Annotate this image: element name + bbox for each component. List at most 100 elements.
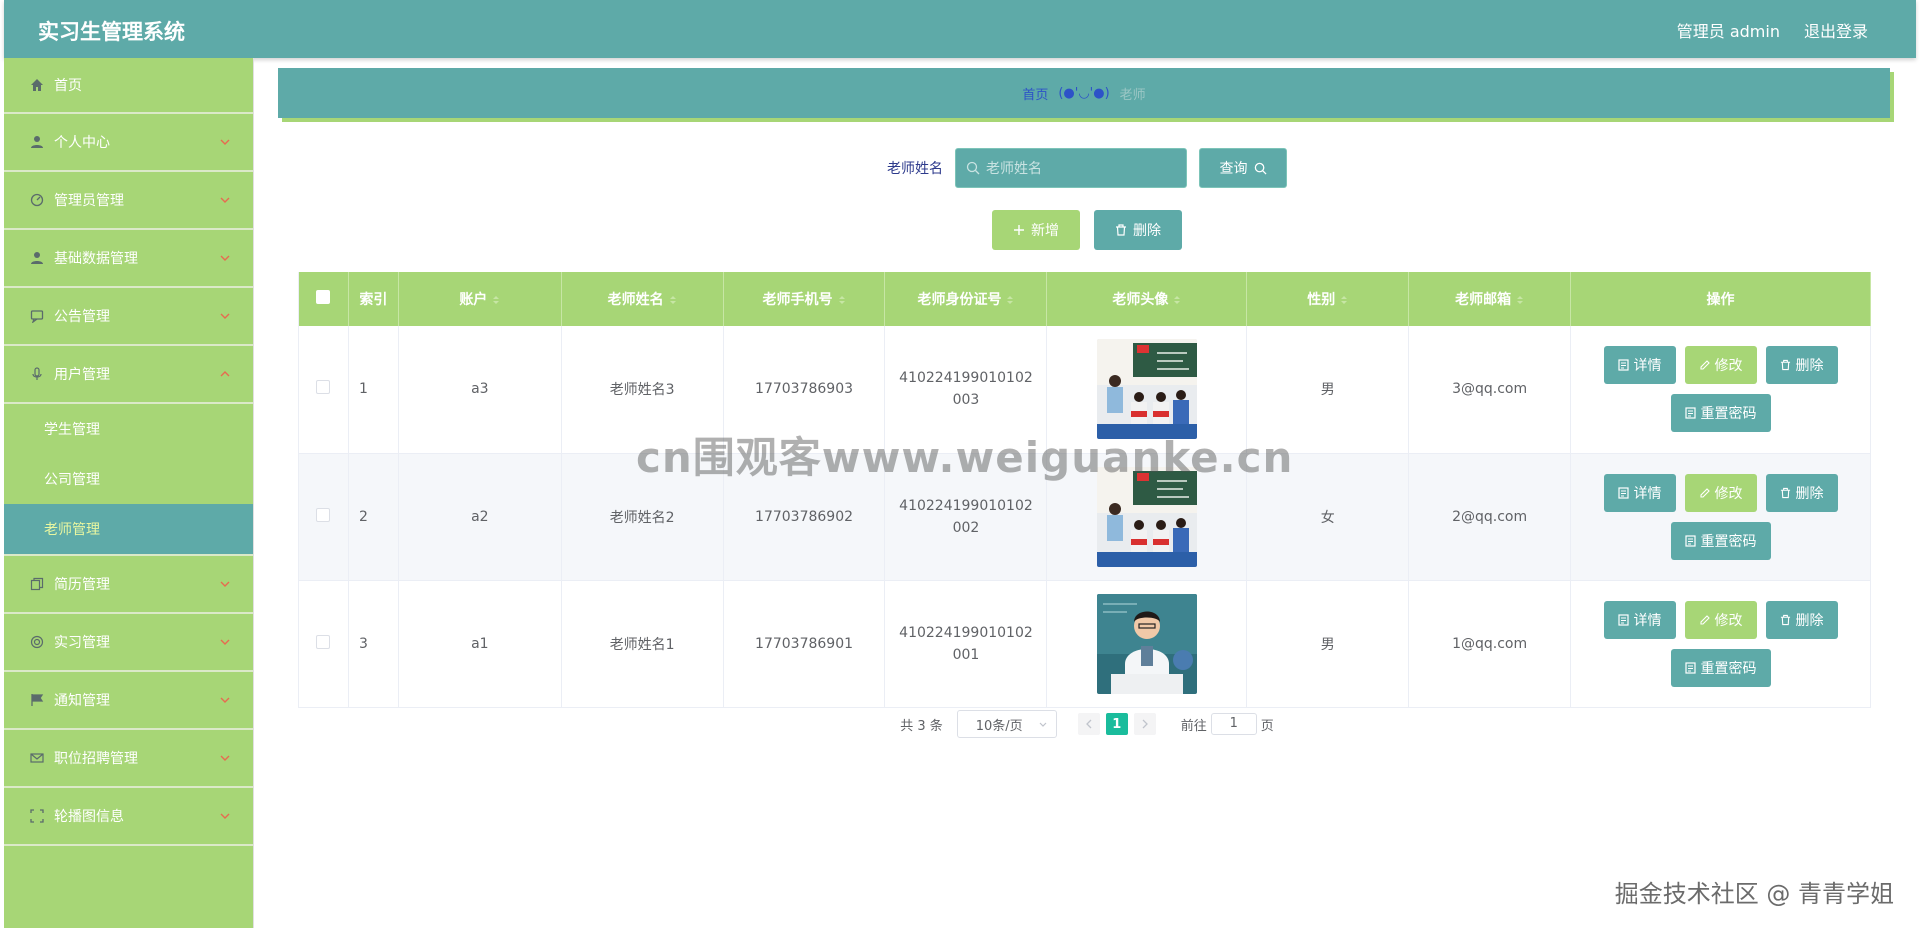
logout-link[interactable]: 退出登录 [1804,18,1868,42]
flag-icon [28,691,46,709]
detail-button-label: 详情 [1633,485,1662,502]
cell-account: a3 [398,326,562,454]
reset-password-button[interactable]: 重置密码 [1670,521,1771,560]
col-ops: 操作 [1570,272,1871,326]
mic-icon [28,365,46,383]
sidebar-item-label: 实习管理 [54,635,110,651]
cell-ops: 详情 修改 删除 重置密码 [1570,453,1871,581]
sidebar-item-notification[interactable]: 通知管理 [4,672,253,730]
reset-password-label: 重置密码 [1700,660,1757,677]
trash-icon [1780,360,1790,371]
cell-account: a2 [398,453,562,581]
pagination: 共 3 条 10条/页 1 前往 1 页 [254,710,1920,738]
chevron-left-icon [1085,719,1092,729]
select-all-checkbox[interactable] [316,290,331,304]
sidebar-item-resume[interactable]: 简历管理 [4,556,253,614]
detail-button[interactable]: 详情 [1603,346,1676,385]
col-idcard-label: 老师身份证号 [917,292,1002,308]
idcard-text: 410224199010102001 [899,624,1033,663]
reset-password-button[interactable]: 重置密码 [1670,648,1771,687]
sidebar-item-label: 基础数据管理 [54,251,138,267]
col-gender[interactable]: 性别 [1246,272,1410,326]
cell-email: 1@qq.com [1408,580,1572,708]
col-email[interactable]: 老师邮箱 [1408,272,1572,326]
goto-unit: 页 [1260,718,1274,734]
edit-button[interactable]: 修改 [1684,346,1757,385]
idcard-text: 410224199010102002 [899,497,1033,536]
sidebar-item-home[interactable]: 首页 [4,58,253,114]
sidebar-item-notice[interactable]: 公告管理 [4,288,253,346]
search-label: 老师姓名 [887,161,943,177]
idcard-text: 410224199010102003 [899,370,1033,409]
delete-button[interactable]: 删除 [1765,600,1838,639]
chevron-down-icon [220,197,230,203]
col-account[interactable]: 账户 [398,272,562,326]
sidebar-subitem-teachers[interactable]: 老师管理 [4,504,253,554]
sidebar-item-label: 首页 [54,78,82,94]
page-number-current[interactable]: 1 [1105,713,1128,735]
top-header: 实习生管理系统 管理员 admin 退出登录 [4,0,1916,58]
pencil-icon [1699,360,1710,370]
reset-password-button[interactable]: 重置密码 [1670,394,1771,433]
cell-index: 1 [348,326,399,454]
row-checkbox[interactable] [316,380,331,395]
edit-button[interactable]: 修改 [1684,473,1757,512]
teacher-avatar-image[interactable] [1096,593,1197,694]
delete-button[interactable]: 删除 [1765,473,1838,512]
col-account-label: 账户 [459,292,488,308]
page-size-select[interactable]: 10条/页 [956,710,1057,738]
row-checkbox[interactable] [316,634,331,649]
document-icon [1684,407,1696,419]
query-button[interactable]: 查询 [1199,148,1287,188]
sidebar-item-users[interactable]: 用户管理 [4,346,253,404]
detail-button-label: 详情 [1633,358,1662,375]
chevron-down-icon [220,139,230,145]
prev-page-button[interactable] [1077,713,1100,735]
main-content: 首页 (●'◡'●) 老师 老师姓名 老师姓名 查询 新增 删除 索引 账户 老… [254,58,1920,928]
home-icon [28,76,46,94]
cell-name: 老师姓名1 [561,580,724,708]
edit-button-label: 修改 [1714,358,1743,375]
sidebar-item-basic-data[interactable]: 基础数据管理 [4,230,253,288]
breadcrumb-current: 老师 [1119,87,1146,103]
col-phone[interactable]: 老师手机号 [723,272,886,326]
header-user-area: 管理员 admin 退出登录 [1677,18,1868,42]
cell-index: 2 [348,453,399,581]
sidebar-item-profile[interactable]: 个人中心 [4,114,253,172]
delete-button[interactable]: 删除 [1765,346,1838,385]
row-select-cell [298,326,349,454]
next-page-button[interactable] [1133,713,1156,735]
row-checkbox[interactable] [316,507,331,522]
trash-icon [1780,487,1790,498]
detail-button[interactable]: 详情 [1603,600,1676,639]
sidebar-item-internship[interactable]: 实习管理 [4,614,253,672]
batch-delete-button[interactable]: 删除 [1094,210,1182,250]
search-input[interactable]: 老师姓名 [955,148,1187,188]
chevron-down-icon [220,581,230,587]
edit-button[interactable]: 修改 [1684,600,1757,639]
breadcrumb-home[interactable]: 首页 [1022,84,1048,103]
sidebar-subitem-students[interactable]: 学生管理 [4,404,253,454]
sidebar-item-admin[interactable]: 管理员管理 [4,172,253,230]
add-button[interactable]: 新增 [992,210,1080,250]
action-bar: 新增 删除 [254,210,1920,250]
col-email-label: 老师邮箱 [1455,292,1512,308]
footer-watermark: 掘金技术社区 @ 青青学姐 [1614,880,1894,908]
col-name[interactable]: 老师姓名 [561,272,724,326]
plus-icon [1014,225,1024,235]
sidebar-subitem-companies[interactable]: 公司管理 [4,454,253,504]
chevron-down-icon [220,255,230,261]
chevron-right-icon [1142,719,1148,729]
query-button-label: 查询 [1219,161,1248,177]
chevron-down-icon [220,697,230,703]
sidebar-item-recruitment[interactable]: 职位招聘管理 [4,730,253,788]
detail-button[interactable]: 详情 [1603,473,1676,512]
mail-icon [28,749,46,767]
detail-button-label: 详情 [1633,612,1662,629]
sidebar-item-carousel[interactable]: 轮播图信息 [4,788,253,846]
sort-icon [1341,296,1348,304]
col-avatar[interactable]: 老师头像 [1046,272,1248,326]
goto-page-input[interactable]: 1 [1210,713,1257,735]
sidebar-item-label: 个人中心 [54,135,110,151]
col-idcard[interactable]: 老师身份证号 [884,272,1048,326]
